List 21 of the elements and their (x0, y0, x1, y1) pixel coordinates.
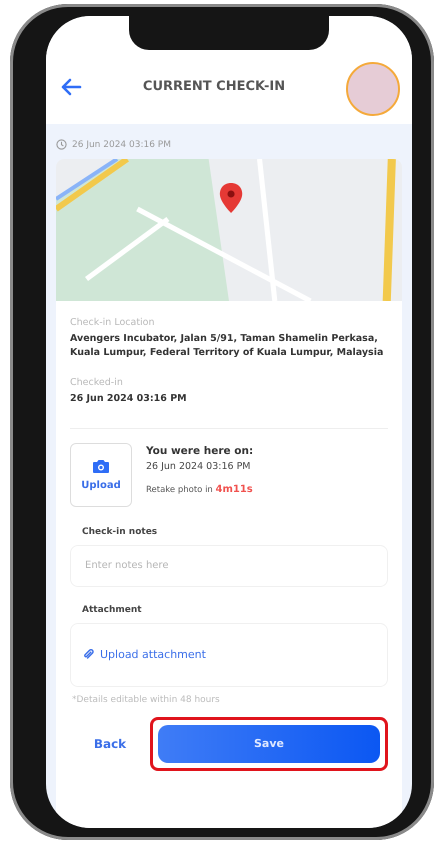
detail-label: Checked-in (70, 376, 124, 388)
paperclip-icon (83, 649, 94, 660)
detail-label: Check-in Location (70, 317, 156, 328)
upload-attachment-link[interactable]: Upload attachment (83, 648, 206, 662)
edit-window-note: *Details editable within 48 hours (72, 694, 221, 705)
camera-icon (92, 458, 110, 474)
check-in-time: 26 Jun 2024 03:16 PM (72, 140, 171, 150)
detail-value: Avengers Incubator, Jalan 5/91, Taman Shamelin Perkasa, Kuala Lumpur, Federal Territory of Kuala Lumpur, Malaysia (70, 332, 384, 360)
photo-heading: You were here on: (146, 444, 254, 457)
page-title: CURRENT CHECK-IN (142, 79, 286, 94)
back-button[interactable]: Back (70, 736, 150, 751)
notes-label: Check-in notes (82, 526, 158, 537)
retake-countdown: Retake photo in 4m11s (146, 484, 254, 495)
notes-input-field[interactable]: Enter notes here (70, 544, 388, 587)
back-arrow-icon[interactable] (60, 78, 82, 96)
clock-icon (56, 139, 67, 150)
save-button[interactable]: Save (158, 724, 380, 763)
attachment-label: Attachment (82, 604, 143, 615)
upload-photo-button[interactable]: Upload (70, 442, 132, 507)
photo-time: 26 Jun 2024 03:16 PM (146, 460, 252, 472)
detail-value: 26 Jun 2024 03:16 PM (70, 392, 188, 406)
